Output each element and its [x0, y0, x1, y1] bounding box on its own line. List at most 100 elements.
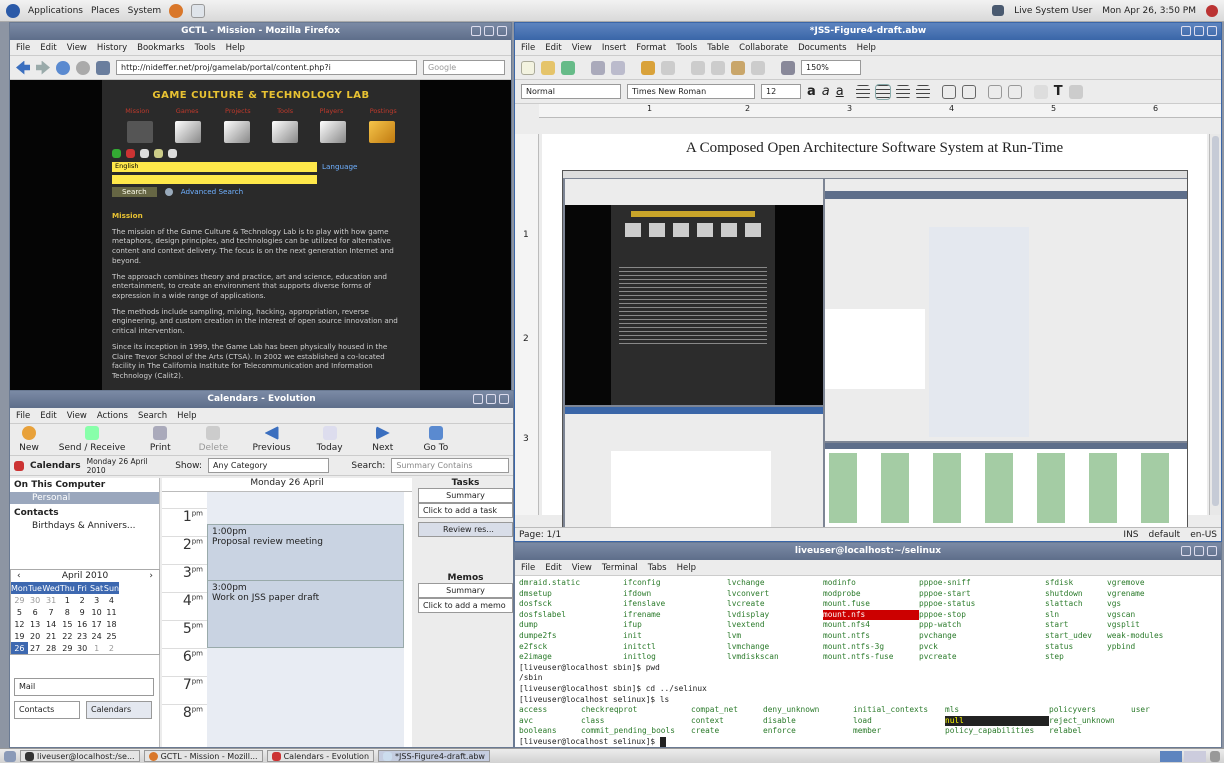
menu-file[interactable]: File	[16, 411, 30, 421]
evolution-titlebar[interactable]: Calendars - Evolution	[10, 391, 513, 408]
outdent-icon[interactable]	[1007, 84, 1022, 99]
calendar-day[interactable]: 20	[28, 630, 43, 642]
menu-edit[interactable]: Edit	[40, 411, 56, 421]
vertical-scrollbar[interactable]	[1209, 134, 1221, 515]
workspace-1[interactable]	[1160, 750, 1182, 762]
menu-documents[interactable]: Documents	[798, 43, 846, 53]
calendar-day[interactable]: 11	[104, 606, 119, 618]
nav-players[interactable]: Players	[320, 107, 344, 116]
calendar-day[interactable]: 17	[89, 618, 104, 630]
task-firefox[interactable]: GCTL - Mission - Mozill...	[143, 750, 263, 762]
align-center-icon[interactable]	[874, 83, 891, 100]
goto-button[interactable]: Go To	[416, 426, 456, 453]
user-name[interactable]: Live System User	[1014, 6, 1092, 16]
menu-table[interactable]: Table	[707, 43, 729, 53]
calendar-day[interactable]: 14	[42, 618, 59, 630]
underline-icon[interactable]: a	[836, 84, 844, 99]
numbered-list-icon[interactable]	[941, 84, 956, 99]
align-left-icon[interactable]	[855, 84, 870, 99]
terminal-output[interactable]: dmraid.static ifconfig lvchange modinfo pppo…	[515, 576, 1221, 747]
menu-file[interactable]: File	[16, 43, 30, 53]
tree-group-contacts[interactable]: Contacts	[10, 504, 159, 520]
firefox-launcher-icon[interactable]	[169, 3, 184, 18]
undo-icon[interactable]	[641, 60, 655, 75]
site-search-button[interactable]: Search	[112, 187, 157, 197]
size-select[interactable]: 12	[761, 84, 801, 99]
print-button[interactable]: Print	[140, 426, 180, 453]
calendar-day[interactable]: 8	[60, 606, 75, 618]
mission-cube-icon[interactable]	[127, 121, 154, 144]
menu-edit[interactable]: Edit	[545, 563, 561, 573]
terminal-titlebar[interactable]: liveuser@localhost:~/selinux	[515, 543, 1221, 560]
calendar-day[interactable]: 21	[42, 630, 59, 642]
format-painter-icon[interactable]	[751, 60, 765, 75]
calendar-day[interactable]: 24	[89, 630, 104, 642]
help-launcher-icon[interactable]	[191, 3, 206, 18]
calendar-day[interactable]: 23	[75, 630, 90, 642]
calendar-day[interactable]: 1	[60, 594, 75, 606]
menu-edit[interactable]: Edit	[545, 43, 561, 53]
minimize-icon[interactable]	[471, 26, 481, 36]
event-proposal-review[interactable]: 1:00pm Proposal review meeting	[207, 524, 404, 586]
calendar-day[interactable]: 10	[89, 606, 104, 618]
prev-month-icon[interactable]: ‹	[17, 571, 21, 581]
menu-history[interactable]: History	[97, 43, 127, 53]
menu-actions[interactable]: Actions	[97, 411, 128, 421]
calendar-day[interactable]: 28	[42, 642, 59, 654]
redo-icon[interactable]	[661, 60, 675, 75]
trash-icon[interactable]	[1210, 750, 1220, 762]
calendar-day[interactable]: 26	[11, 642, 28, 654]
bold-icon[interactable]: a	[807, 84, 816, 99]
calendar-day[interactable]: 12	[11, 618, 28, 630]
applications-menu[interactable]: Applications	[28, 6, 83, 16]
calendar-day[interactable]: 15	[60, 618, 75, 630]
language-select[interactable]: English	[112, 162, 317, 173]
advanced-search-link[interactable]: Advanced Search	[181, 187, 243, 197]
menu-tools[interactable]: Tools	[676, 43, 697, 53]
cut-icon[interactable]	[691, 60, 705, 75]
firefox-titlebar[interactable]: GCTL - Mission - Mozilla Firefox	[10, 23, 511, 40]
print-preview-icon[interactable]	[611, 60, 625, 75]
flag-icon[interactable]	[140, 149, 149, 159]
calendar-day[interactable]: 16	[75, 618, 90, 630]
today-button[interactable]: Today	[310, 426, 350, 453]
calendar-day[interactable]: 25	[104, 630, 119, 642]
calendar-day[interactable]: 27	[28, 642, 43, 654]
menu-edit[interactable]: Edit	[40, 43, 56, 53]
event-jss-paper[interactable]: 3:00pm Work on JSS paper draft	[207, 580, 404, 648]
font-select[interactable]: Times New Roman	[627, 84, 755, 99]
menu-collaborate[interactable]: Collaborate	[739, 43, 788, 53]
tree-item-birthdays[interactable]: Birthdays & Annivers...	[10, 520, 159, 532]
nav-tools[interactable]: Tools	[277, 107, 293, 116]
horizontal-ruler[interactable]: 1 2 3 4 5 6	[539, 104, 1221, 118]
bullet-list-icon[interactable]	[961, 84, 976, 99]
save-icon[interactable]	[561, 60, 575, 75]
scrollbar-thumb[interactable]	[1212, 136, 1219, 506]
next-month-icon[interactable]: ›	[149, 571, 153, 581]
site-search-input[interactable]	[112, 175, 317, 185]
system-menu[interactable]: System	[128, 6, 162, 16]
zoom-select[interactable]: 150%	[801, 60, 861, 75]
embedded-screenshot-figure[interactable]	[562, 170, 1188, 531]
style-select[interactable]: Normal	[521, 84, 621, 99]
calendar-day[interactable]: 19	[11, 630, 28, 642]
day-grid[interactable]: 1:00pm Proposal review meeting 3:00pm Wo…	[207, 492, 404, 747]
task-abiword[interactable]: *JSS-Figure4-draft.abw	[378, 750, 490, 762]
text-color-icon[interactable]: T	[1054, 84, 1063, 99]
task-terminal[interactable]: liveuser@localhost:/se...	[20, 750, 140, 762]
document-page[interactable]: A Composed Open Architecture Software Sy…	[542, 134, 1207, 531]
menu-help[interactable]: Help	[177, 411, 196, 421]
search-input[interactable]: Google	[423, 60, 505, 75]
menu-view[interactable]: View	[572, 563, 592, 573]
nav-games[interactable]: Games	[176, 107, 199, 116]
menu-format[interactable]: Format	[636, 43, 666, 53]
calendar-day[interactable]: 3	[89, 594, 104, 606]
nav-postings[interactable]: Postings	[370, 107, 397, 116]
maximize-icon[interactable]	[1194, 26, 1204, 36]
calendars-switch-button[interactable]: Calendars	[86, 701, 152, 719]
add-task-field[interactable]: Click to add a task	[418, 503, 513, 518]
calendar-day[interactable]: 7	[42, 606, 59, 618]
menu-insert[interactable]: Insert	[602, 43, 626, 53]
maximize-icon[interactable]	[484, 26, 494, 36]
menu-file[interactable]: File	[521, 563, 535, 573]
